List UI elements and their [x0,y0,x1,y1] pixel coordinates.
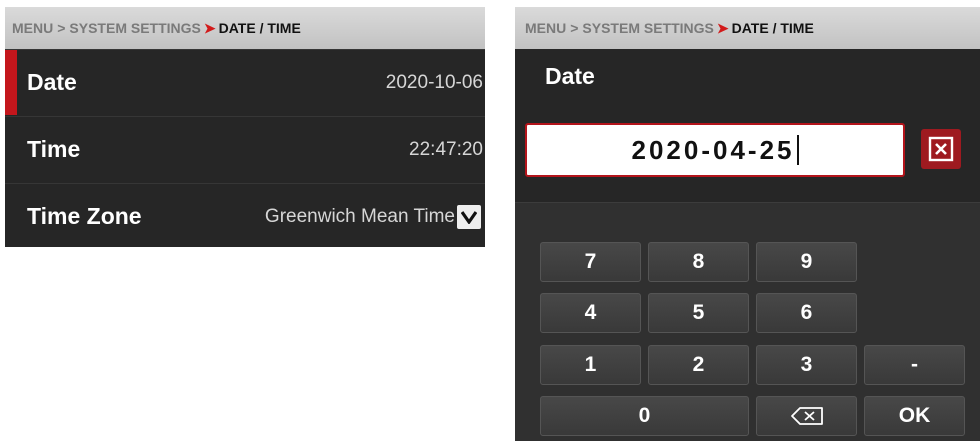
chevron-down-icon [461,211,477,224]
selection-indicator [5,50,17,115]
breadcrumb-root[interactable]: MENU [12,20,53,36]
breadcrumb: MENU > SYSTEM SETTINGS ➤ DATE / TIME [5,7,485,49]
ok-key[interactable]: OK [864,396,965,436]
key-0[interactable]: 0 [540,396,749,436]
time-zone-dropdown-button[interactable] [457,205,481,229]
clear-input-button[interactable] [921,129,961,169]
breadcrumb: MENU > SYSTEM SETTINGS ➤ DATE / TIME [515,7,980,49]
key-dash[interactable]: - [864,345,965,385]
key-1[interactable]: 1 [540,345,641,385]
setting-value-date: 2020-10-06 [385,71,483,93]
setting-row-time[interactable]: Time 22:47:20 [5,116,485,182]
breadcrumb-current: DATE / TIME [218,20,301,36]
breadcrumb-section[interactable]: SYSTEM SETTINGS [582,20,713,36]
key-9[interactable]: 9 [756,242,857,282]
setting-row-time-zone[interactable]: Time Zone Greenwich Mean Time [5,183,485,247]
backspace-key[interactable] [756,396,857,436]
key-8[interactable]: 8 [648,242,749,282]
setting-value-time: 22:47:20 [409,138,483,160]
dialog-title: Date [545,63,595,89]
settings-list-panel: MENU > SYSTEM SETTINGS ➤ DATE / TIME Dat… [5,7,485,247]
backspace-icon [790,407,823,425]
setting-label-date: Date [27,69,77,95]
breadcrumb-root[interactable]: MENU [525,20,566,36]
key-4[interactable]: 4 [540,293,641,333]
setting-value-time-zone: Greenwich Mean Time [264,205,455,227]
breadcrumb-arrow-icon: ➤ [203,19,216,36]
key-3[interactable]: 3 [756,345,857,385]
setting-label-time-zone: Time Zone [27,203,142,229]
key-7[interactable]: 7 [540,242,641,282]
date-input-value: 2020-04-25 [631,134,795,165]
breadcrumb-arrow-icon: ➤ [716,19,729,36]
date-input[interactable]: 2020-04-25 [525,123,905,177]
text-caret [796,135,799,165]
breadcrumb-separator: > [57,20,66,36]
key-6[interactable]: 6 [756,293,857,333]
setting-row-date[interactable]: Date 2020-10-06 [5,49,485,115]
close-box-icon [928,136,954,162]
breadcrumb-current: DATE / TIME [731,20,814,36]
setting-label-time: Time [27,136,81,162]
breadcrumb-section[interactable]: SYSTEM SETTINGS [69,20,200,36]
breadcrumb-separator: > [570,20,579,36]
key-5[interactable]: 5 [648,293,749,333]
date-entry-panel: MENU > SYSTEM SETTINGS ➤ DATE / TIME Dat… [515,7,980,441]
key-2[interactable]: 2 [648,345,749,385]
